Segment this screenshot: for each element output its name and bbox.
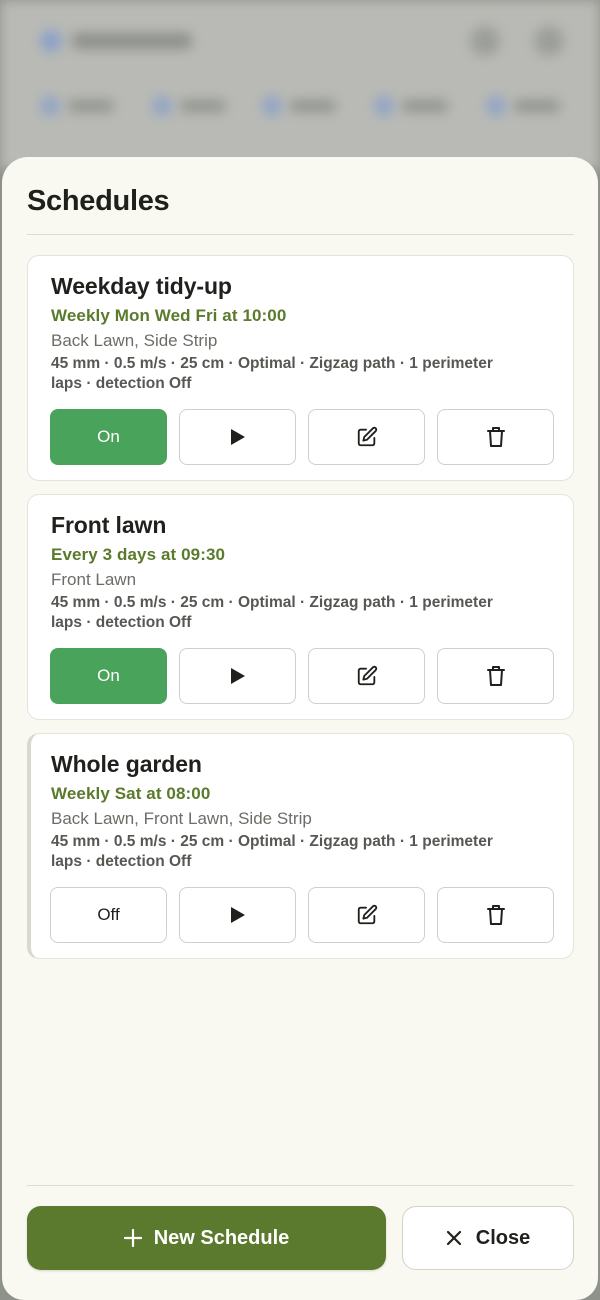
toggle-button[interactable]: On <box>50 409 167 465</box>
trash-icon <box>486 905 505 925</box>
schedule-recurrence: Weekly Mon Wed Fri at 10:00 <box>51 306 287 325</box>
close-button[interactable]: Close <box>402 1206 574 1270</box>
plus-icon <box>123 1229 142 1247</box>
schedule-recurrence: Every 3 days at 09:30 <box>51 545 226 564</box>
run-button[interactable] <box>179 409 296 465</box>
schedule-zones: Back Lawn, Front Lawn, Side Strip <box>51 809 312 828</box>
run-button[interactable] <box>179 887 296 943</box>
edit-button[interactable] <box>308 409 425 465</box>
schedule-zones: Front Lawn <box>51 570 137 589</box>
delete-button[interactable] <box>437 648 554 704</box>
schedule-card: Weekday tidy-up Weekly Mon Wed Fri at 10… <box>27 255 574 481</box>
delete-button[interactable] <box>437 409 554 465</box>
schedule-details: 45 mm · 0.5 m/s · 25 cm · Optimal · Zigz… <box>51 594 493 631</box>
divider <box>27 234 574 235</box>
schedule-details: 45 mm · 0.5 m/s · 25 cm · Optimal · Zigz… <box>51 355 493 392</box>
edit-button[interactable] <box>308 648 425 704</box>
new-schedule-label: New Schedule <box>153 1226 290 1249</box>
sheet-title: Schedules <box>27 185 170 217</box>
schedule-card: Front lawn Every 3 days at 09:30 Front L… <box>27 494 574 720</box>
background-app <box>0 0 600 170</box>
close-icon <box>446 1230 461 1246</box>
edit-button[interactable] <box>308 887 425 943</box>
play-icon <box>230 668 245 684</box>
delete-button[interactable] <box>437 887 554 943</box>
background-title <box>40 30 192 52</box>
divider <box>27 1185 574 1186</box>
schedule-details: 45 mm · 0.5 m/s · 25 cm · Optimal · Zigz… <box>51 833 493 870</box>
toggle-button[interactable]: On <box>50 648 167 704</box>
new-schedule-button[interactable]: New Schedule <box>27 1206 386 1270</box>
edit-icon <box>357 904 377 925</box>
schedule-name: Front lawn <box>51 512 167 538</box>
play-icon <box>230 907 245 923</box>
schedules-sheet: Schedules Weekday tidy-up Weekly Mon Wed… <box>2 157 598 1300</box>
background-icon <box>470 26 500 56</box>
run-button[interactable] <box>179 648 296 704</box>
background-icon <box>534 26 564 56</box>
schedule-recurrence: Weekly Sat at 08:00 <box>51 784 211 803</box>
schedule-name: Weekday tidy-up <box>51 273 232 299</box>
toggle-button[interactable]: Off <box>50 887 167 943</box>
schedule-zones: Back Lawn, Side Strip <box>51 331 218 350</box>
edit-icon <box>357 426 377 447</box>
schedule-name: Whole garden <box>51 751 202 777</box>
schedule-card: Whole garden Weekly Sat at 08:00 Back La… <box>27 733 574 959</box>
trash-icon <box>486 666 505 686</box>
trash-icon <box>486 427 505 447</box>
play-icon <box>230 429 245 445</box>
close-label: Close <box>475 1226 531 1249</box>
edit-icon <box>357 665 377 686</box>
